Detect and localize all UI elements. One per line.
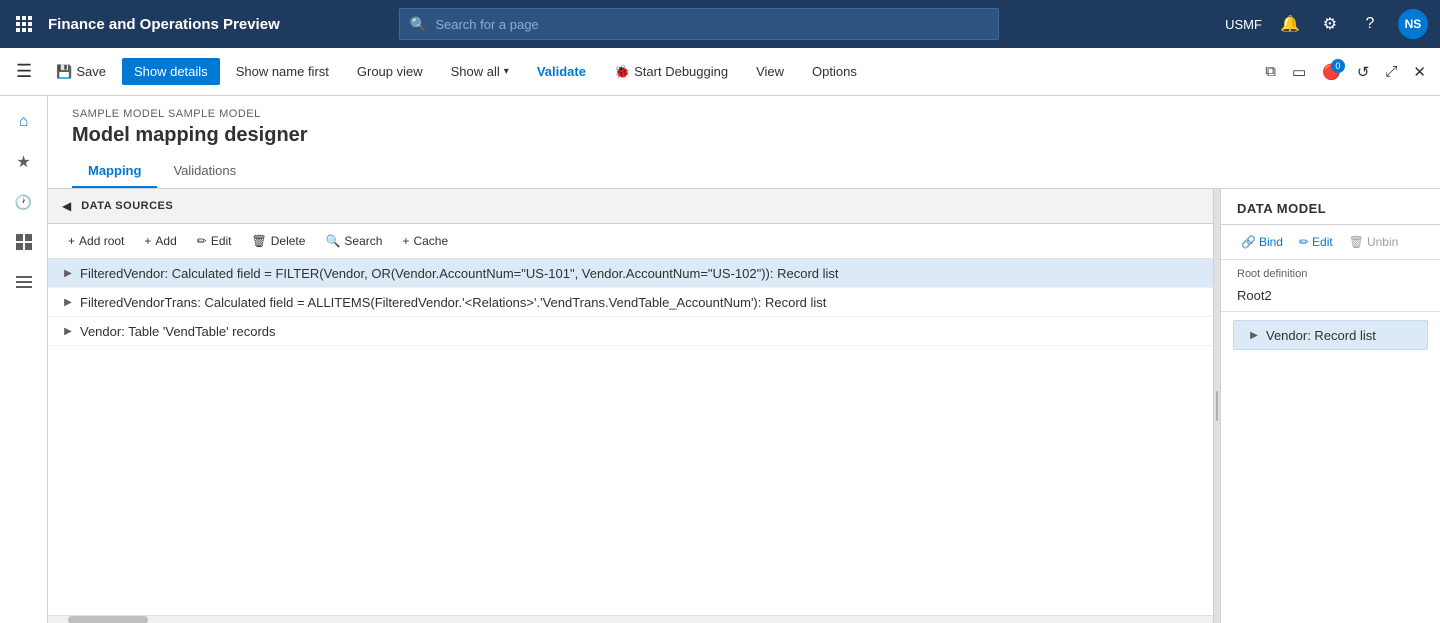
cache-button[interactable]: + Cache	[394, 230, 456, 252]
show-all-button[interactable]: Show all ▾	[439, 58, 521, 85]
menu-toggle-button[interactable]: ☰	[8, 57, 40, 86]
save-icon: 💾	[56, 64, 72, 80]
top-navigation: Finance and Operations Preview 🔍 USMF 🔔 …	[0, 0, 1440, 48]
tree-item-vendor[interactable]: ▶ Vendor: Table 'VendTable' records	[48, 317, 1213, 346]
horizontal-scrollbar[interactable]	[48, 615, 1213, 623]
breadcrumb: SAMPLE MODEL SAMPLE MODEL	[72, 108, 1416, 120]
action-bar: ☰ 💾 Save Show details Show name first Gr…	[0, 48, 1440, 96]
expand-arrow-filtered-vendor-trans[interactable]: ▶	[60, 294, 76, 310]
add-icon: +	[144, 234, 151, 248]
search-icon: 🔍	[325, 234, 340, 248]
view-button[interactable]: View	[744, 58, 796, 85]
badge-icon-button[interactable]: 🔴 0	[1316, 57, 1347, 87]
data-sources-panel: ◀ DATA SOURCES + Add root + Add ✏ Edit	[48, 189, 1214, 623]
data-model-panel-title: DATA MODEL	[1221, 189, 1440, 225]
horizontal-scrollbar-thumb[interactable]	[68, 616, 148, 623]
bind-button[interactable]: 🔗 Bind	[1237, 233, 1287, 251]
grid-icon[interactable]	[12, 12, 36, 36]
sidebar-item-recent[interactable]: 🕐	[6, 184, 42, 220]
tab-mapping[interactable]: Mapping	[72, 155, 157, 188]
dm-edit-button[interactable]: ✏ Edit	[1295, 233, 1337, 251]
expand-arrow-vendor[interactable]: ▶	[60, 323, 76, 339]
root-definition-label: Root definition	[1221, 260, 1440, 284]
app-title: Finance and Operations Preview	[48, 16, 280, 33]
sidebar: ⌂ ★ 🕐	[0, 96, 48, 623]
tree-item-filtered-vendor[interactable]: ▶ FilteredVendor: Calculated field = FIL…	[48, 259, 1213, 288]
notification-icon[interactable]: 🔔	[1278, 12, 1302, 36]
sidebar-item-modules[interactable]	[6, 264, 42, 300]
popout-icon-button[interactable]: ⤢	[1379, 57, 1403, 86]
expand-arrow-filtered-vendor[interactable]: ▶	[60, 265, 76, 281]
search-button[interactable]: 🔍 Search	[317, 230, 390, 252]
cache-icon: +	[402, 234, 409, 248]
main-layout: ⌂ ★ 🕐 SAMPLE MODEL SAMPLE MODEL Model ma…	[0, 96, 1440, 623]
dm-tree-item-vendor[interactable]: ▶ Vendor: Record list	[1233, 320, 1428, 350]
delete-icon: 🗑	[252, 234, 267, 248]
tab-bar: Mapping Validations	[72, 155, 1416, 188]
edit-button[interactable]: ✏ Edit	[189, 230, 240, 252]
data-model-actions: 🔗 Bind ✏ Edit 🗑 Unbin	[1221, 225, 1440, 260]
tab-validations[interactable]: Validations	[157, 155, 252, 188]
validate-button[interactable]: Validate	[525, 58, 598, 85]
top-nav-right: USMF 🔔 ⚙ ? NS	[1225, 9, 1428, 39]
dm-expand-arrow[interactable]: ▶	[1246, 327, 1262, 343]
page-title: Model mapping designer	[72, 124, 1416, 147]
options-button[interactable]: Options	[800, 58, 869, 85]
data-model-panel: DATA MODEL 🔗 Bind ✏ Edit 🗑 Unbin R	[1220, 189, 1440, 623]
dm-edit-icon: ✏	[1299, 235, 1309, 249]
settings-icon[interactable]: ⚙	[1318, 12, 1342, 36]
unbin-button[interactable]: 🗑 Unbin	[1345, 233, 1403, 251]
panel-collapse-button[interactable]: ◀	[60, 197, 73, 215]
connect-icon-button[interactable]: ⧉	[1259, 57, 1282, 86]
close-icon-button[interactable]: ✕	[1407, 57, 1432, 87]
edit-icon: ✏	[197, 234, 207, 248]
divider-handle	[1216, 391, 1218, 421]
refresh-icon-button[interactable]: ↺	[1351, 57, 1376, 87]
search-icon: 🔍	[410, 16, 427, 33]
tree-item-filtered-vendor-trans[interactable]: ▶ FilteredVendorTrans: Calculated field …	[48, 288, 1213, 317]
debug-icon: 🐞	[614, 64, 630, 80]
add-button[interactable]: + Add	[136, 230, 184, 252]
add-root-icon: +	[68, 234, 75, 248]
delete-button[interactable]: 🗑 Delete	[244, 230, 314, 252]
action-bar-right: ⧉ ▭ 🔴 0 ↺ ⤢ ✕	[1259, 57, 1432, 87]
avatar[interactable]: NS	[1398, 9, 1428, 39]
show-all-dropdown-icon: ▾	[504, 66, 509, 77]
sidebar-item-home[interactable]: ⌂	[6, 104, 42, 140]
unbin-icon: 🗑	[1349, 235, 1364, 249]
save-button[interactable]: 💾 Save	[44, 58, 118, 86]
content-area: SAMPLE MODEL SAMPLE MODEL Model mapping …	[48, 96, 1440, 623]
start-debugging-button[interactable]: 🐞 Start Debugging	[602, 58, 740, 86]
bind-icon: 🔗	[1241, 235, 1256, 249]
show-name-first-button[interactable]: Show name first	[224, 58, 341, 85]
data-sources-toolbar: + Add root + Add ✏ Edit 🗑 Delete	[48, 224, 1213, 259]
layout-icon-button[interactable]: ▭	[1286, 57, 1312, 87]
help-icon[interactable]: ?	[1358, 12, 1382, 36]
data-sources-tree: ▶ FilteredVendor: Calculated field = FIL…	[48, 259, 1213, 615]
group-view-button[interactable]: Group view	[345, 58, 435, 85]
show-details-button[interactable]: Show details	[122, 58, 220, 85]
add-root-button[interactable]: + Add root	[60, 230, 132, 252]
sidebar-item-workspaces[interactable]	[6, 224, 42, 260]
page-header: SAMPLE MODEL SAMPLE MODEL Model mapping …	[48, 96, 1440, 188]
search-input[interactable]	[435, 17, 988, 32]
data-sources-panel-header: ◀ DATA SOURCES	[48, 189, 1213, 224]
env-label: USMF	[1225, 17, 1262, 32]
sidebar-item-favorites[interactable]: ★	[6, 144, 42, 180]
data-sources-container: ◀ DATA SOURCES + Add root + Add ✏ Edit	[48, 188, 1440, 623]
data-sources-panel-title: DATA SOURCES	[81, 200, 173, 212]
global-search[interactable]: 🔍	[399, 8, 999, 40]
root-definition-value: Root2	[1221, 284, 1440, 312]
